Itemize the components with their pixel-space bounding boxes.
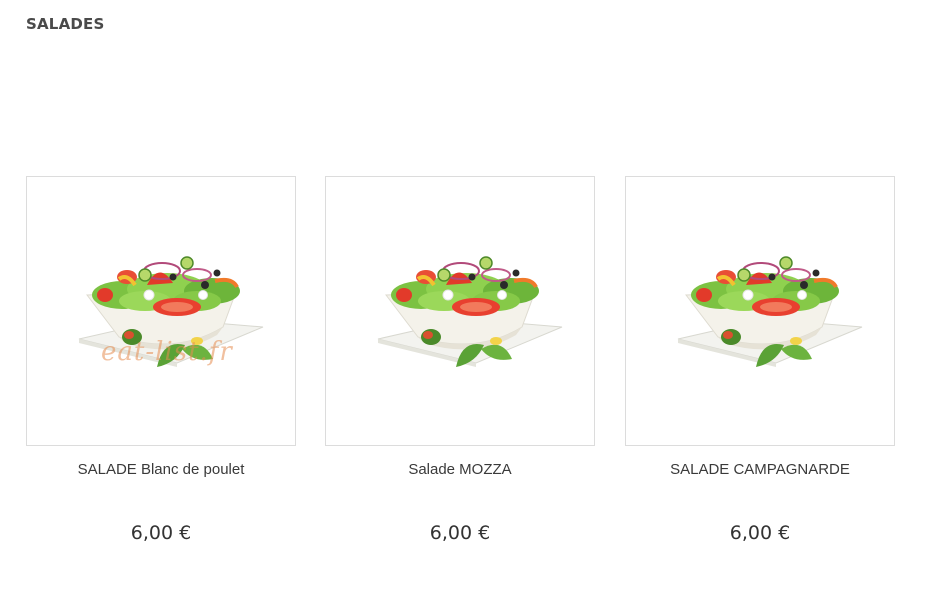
section-title: SALADES [26,15,105,33]
salad-bowl-image [326,177,594,445]
watermark: eat-list.fr [101,337,233,367]
product-grid: eat-list.fr SALADE Blanc de poulet 6,00 … [26,176,896,556]
product-price: 6,00 € [130,522,192,544]
product-name[interactable]: Salade MOZZA [325,461,595,478]
product-price: 6,00 € [429,522,491,544]
product-card[interactable]: SALADE CAMPAGNARDE 6,00 € [625,176,895,556]
product-card[interactable]: eat-list.fr SALADE Blanc de poulet 6,00 … [26,176,296,556]
product-image[interactable] [625,176,895,446]
product-card[interactable]: Salade MOZZA 6,00 € [325,176,595,556]
product-name[interactable]: SALADE Blanc de poulet [26,461,296,478]
product-image[interactable] [325,176,595,446]
product-image[interactable]: eat-list.fr [26,176,296,446]
salad-bowl-image [27,177,295,445]
product-name[interactable]: SALADE CAMPAGNARDE [625,461,895,478]
product-price: 6,00 € [729,522,791,544]
salad-bowl-image [626,177,894,445]
